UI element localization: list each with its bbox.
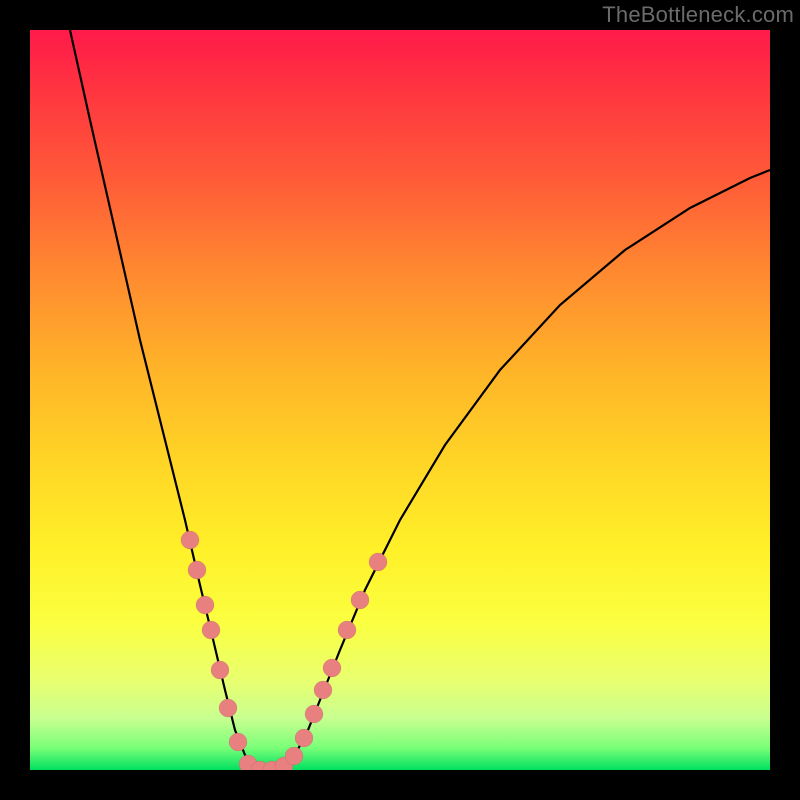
- data-dot: [295, 729, 313, 747]
- bottleneck-curve: [70, 30, 770, 770]
- data-dot: [229, 733, 247, 751]
- data-dot: [211, 661, 229, 679]
- data-dot: [188, 561, 206, 579]
- data-dot: [181, 531, 199, 549]
- data-dot: [196, 596, 214, 614]
- data-dot: [314, 681, 332, 699]
- data-dot: [323, 659, 341, 677]
- data-dot: [202, 621, 220, 639]
- data-dot: [351, 591, 369, 609]
- data-dot: [305, 705, 323, 723]
- chart-svg: [30, 30, 770, 770]
- data-dot: [219, 699, 237, 717]
- chart-frame: [30, 30, 770, 770]
- data-dot: [369, 553, 387, 571]
- watermark-text: TheBottleneck.com: [602, 2, 794, 28]
- data-dots-group: [181, 531, 387, 770]
- data-dot: [285, 747, 303, 765]
- data-dot: [338, 621, 356, 639]
